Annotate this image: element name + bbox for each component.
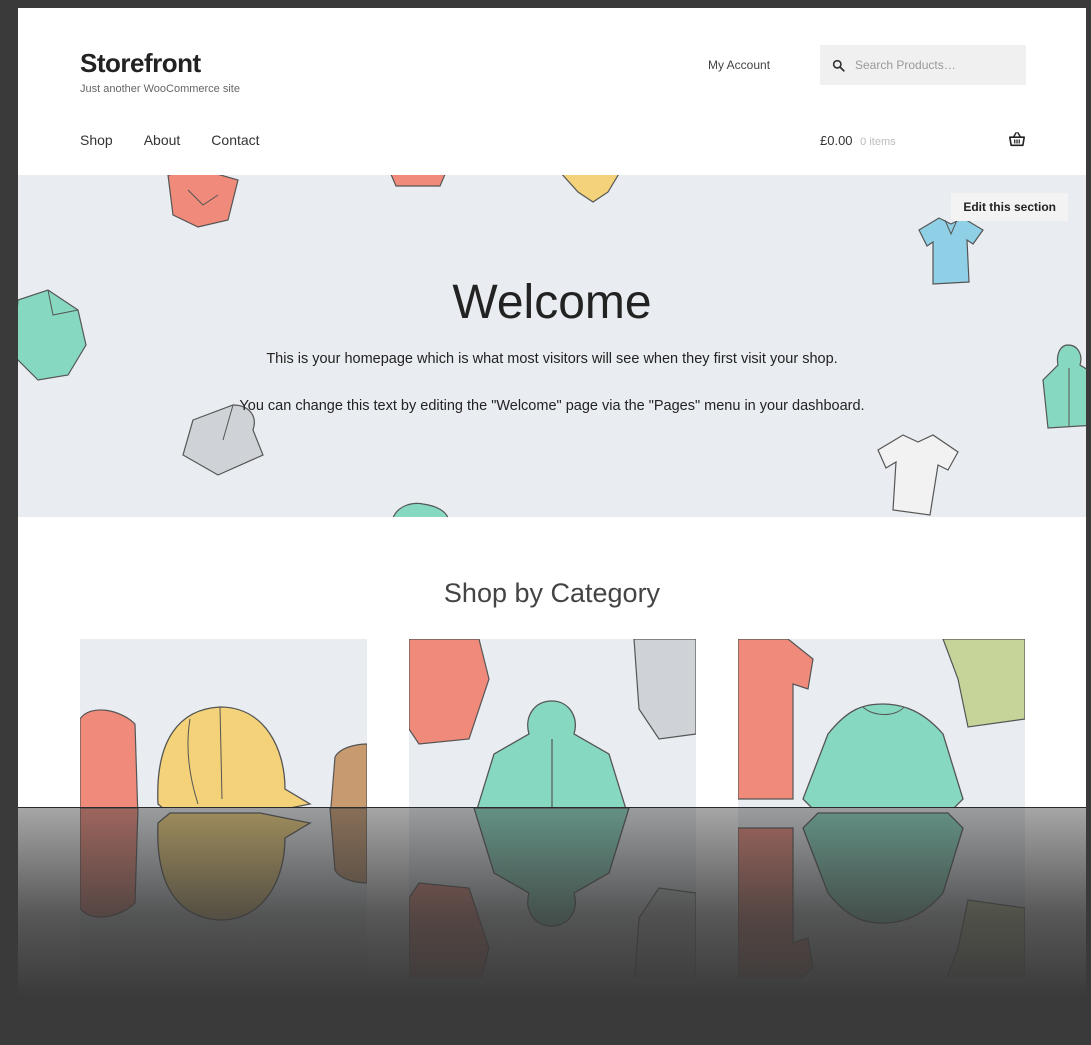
shirt-illustration: [561, 175, 619, 203]
cart-summary[interactable]: £0.00 0 items: [820, 133, 896, 148]
primary-nav: Shop About Contact: [80, 132, 260, 148]
category-heading: Shop by Category: [443, 578, 661, 608]
cart-count: 0 items: [860, 136, 896, 148]
category-card-tshirts[interactable]: [738, 639, 1025, 808]
edit-section-button[interactable]: Edit this section: [951, 193, 1068, 221]
search-icon: [832, 59, 845, 72]
search-box[interactable]: [820, 45, 1026, 85]
category-card-accessories[interactable]: [80, 639, 367, 808]
site-title[interactable]: Storefront: [80, 48, 201, 79]
hoodie-illustration: [392, 502, 449, 517]
tshirts-illustration: [738, 639, 1025, 808]
nav-item-about[interactable]: About: [144, 132, 181, 148]
reflection-fade: [18, 808, 1086, 1045]
caps-illustration: [80, 706, 367, 808]
basket-icon[interactable]: [1008, 130, 1026, 148]
browser-page: Storefront Just another WooCommerce site…: [18, 8, 1086, 808]
search-input[interactable]: [853, 57, 1017, 73]
cart-total: £0.00: [820, 133, 853, 148]
shirt-illustration: [390, 175, 446, 187]
category-card-hoodies[interactable]: [409, 639, 696, 808]
hero-title: Welcome: [452, 276, 652, 329]
hoodies-illustration: [409, 639, 696, 808]
hero-section: Edit this section Welcome This is your h…: [18, 175, 1086, 517]
page-reflection: [18, 808, 1086, 1045]
tshirt-illustration: [877, 434, 959, 516]
site-tagline: Just another WooCommerce site: [80, 83, 240, 95]
nav-item-shop[interactable]: Shop: [80, 132, 113, 148]
my-account-link[interactable]: My Account: [708, 58, 770, 72]
nav-item-contact[interactable]: Contact: [211, 132, 259, 148]
hero-paragraph: This is your homepage which is what most…: [266, 351, 838, 367]
hero-paragraph: You can change this text by editing the …: [239, 398, 865, 414]
hoodie-illustration: [167, 175, 239, 228]
